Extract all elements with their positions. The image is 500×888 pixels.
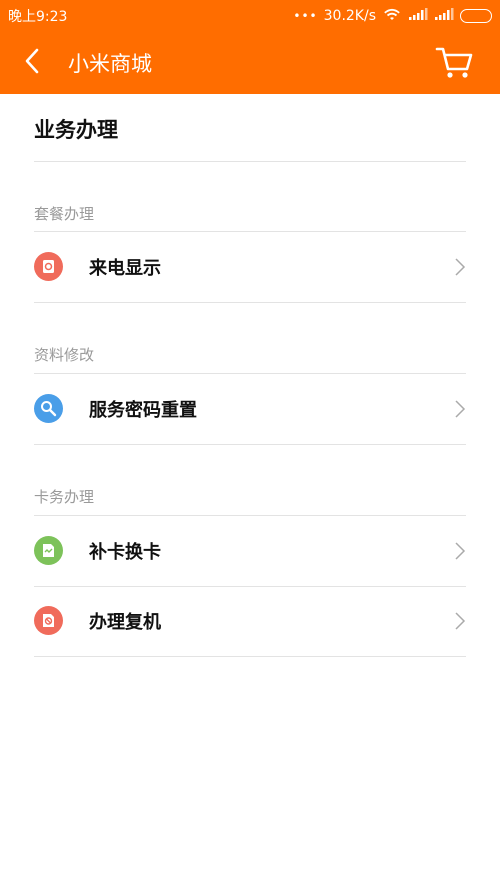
section-title-card: 卡务办理 (34, 488, 95, 506)
signal-icon (408, 7, 428, 25)
caller-id-icon (34, 252, 63, 281)
chevron-right-icon (454, 257, 466, 277)
list-item-replace-sim[interactable]: 补卡换卡 (34, 516, 466, 586)
shopping-cart-icon[interactable] (434, 42, 474, 82)
header: 晚上9:23 ••• 30.2K/s 小米商城 (0, 0, 500, 94)
list-item-label: 补卡换卡 (89, 542, 161, 563)
battery-icon (460, 9, 492, 23)
search-key-icon (34, 394, 63, 423)
status-dots: ••• (293, 9, 318, 23)
status-bar: 晚上9:23 ••• 30.2K/s (0, 0, 500, 30)
status-time: 晚上9:23 (8, 9, 68, 25)
list-item-restore-service[interactable]: 办理复机 (34, 586, 466, 656)
section-title-package: 套餐办理 (34, 205, 95, 223)
sim-restore-icon (34, 606, 63, 635)
list-item-label: 来电显示 (89, 258, 161, 279)
sim-card-icon (34, 536, 63, 565)
chevron-right-icon (454, 399, 466, 419)
net-speed: 30.2K/s (323, 8, 376, 24)
page-title: 业务办理 (34, 118, 118, 142)
back-chevron-icon[interactable] (18, 46, 48, 76)
row-divider (34, 302, 466, 303)
chevron-right-icon (454, 611, 466, 631)
section-title-profile: 资料修改 (34, 346, 95, 364)
list-item-label: 办理复机 (89, 612, 161, 633)
wifi-icon (382, 6, 402, 26)
row-divider (34, 656, 466, 657)
status-right: ••• 30.2K/s (293, 6, 492, 26)
chevron-right-icon (454, 541, 466, 561)
app-title: 小米商城 (68, 52, 152, 76)
title-divider (34, 161, 466, 162)
app-bar: 小米商城 (0, 30, 500, 94)
list-item-caller-id[interactable]: 来电显示 (34, 232, 466, 302)
list-item-label: 服务密码重置 (89, 400, 197, 421)
signal-icon-2 (434, 7, 454, 25)
row-divider (34, 444, 466, 445)
list-item-password-reset[interactable]: 服务密码重置 (34, 374, 466, 444)
